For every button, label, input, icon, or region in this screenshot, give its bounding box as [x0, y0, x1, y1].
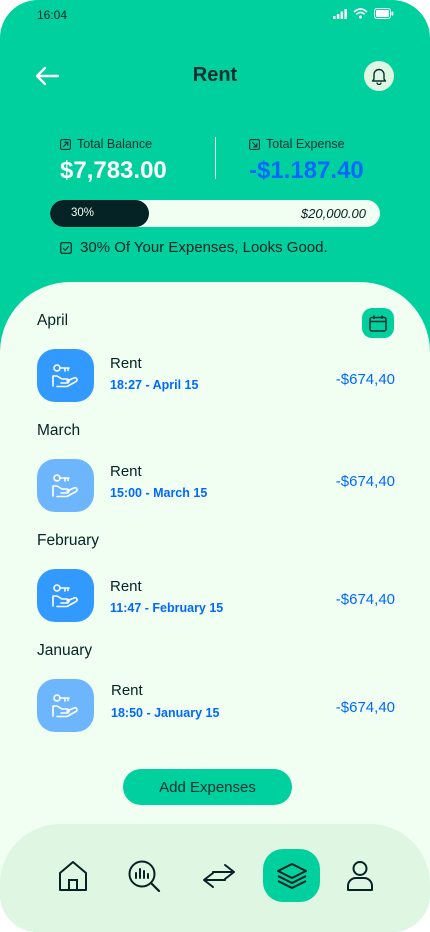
transaction-amount: -$674,40 [335, 591, 395, 608]
calendar-icon [369, 315, 387, 332]
expense-note: 30% Of Your Expenses, Looks Good. [60, 239, 328, 256]
income-arrow-icon [60, 138, 71, 150]
wifi-icon [353, 8, 368, 19]
calendar-button[interactable] [362, 308, 394, 338]
total-expense-label: Total Expense [266, 137, 345, 151]
notifications-button[interactable] [364, 61, 394, 91]
rent-category-icon [37, 679, 94, 732]
month-label-april: April [37, 312, 69, 329]
transaction-amount: -$674,40 [335, 699, 395, 716]
categories-icon [276, 862, 307, 889]
total-balance-value: $7,783.00 [60, 157, 167, 184]
analysis-icon [128, 860, 160, 892]
transaction-row[interactable]: Rent 18:27 - April 15 -$674,40 [37, 349, 397, 403]
transaction-row[interactable]: Rent 11:47 - February 15 -$674,40 [37, 569, 397, 623]
key-hand-icon [51, 473, 78, 497]
phone-screen: 16:04 Rent Total Balance $7,783.00 Total… [0, 0, 430, 932]
bottom-nav [0, 824, 430, 932]
rent-category-icon [37, 459, 94, 512]
rent-category-icon [37, 569, 94, 622]
expense-arrow-icon [249, 138, 260, 150]
profile-icon [346, 860, 373, 891]
transaction-title: Rent [110, 463, 142, 480]
bell-icon [371, 68, 387, 85]
progress-goal: $20,000.00 [300, 206, 366, 221]
transactions-icon [202, 863, 235, 888]
progress-percent: 30% [71, 207, 95, 219]
battery-icon [374, 8, 394, 19]
progress-fill [50, 200, 149, 227]
month-label-january: January [37, 642, 93, 659]
total-expense: Total Expense -$1.187.40 [249, 137, 364, 185]
key-hand-icon [51, 693, 78, 717]
transaction-title: Rent [110, 578, 142, 595]
transaction-time: 15:00 - March 15 [110, 486, 208, 500]
key-hand-icon [51, 583, 78, 607]
total-expense-value: -$1.187.40 [249, 157, 364, 184]
total-balance: Total Balance $7,783.00 [60, 137, 167, 185]
transaction-title: Rent [110, 355, 142, 372]
transaction-amount: -$674,40 [335, 371, 395, 388]
add-expenses-button[interactable]: Add Expenses [123, 769, 292, 805]
home-icon [58, 860, 87, 891]
transaction-row[interactable]: Rent 15:00 - March 15 -$674,40 [37, 459, 397, 513]
transaction-time: 18:27 - April 15 [110, 378, 199, 392]
transaction-time: 11:47 - February 15 [110, 601, 224, 615]
transaction-amount: -$674,40 [335, 473, 395, 490]
status-bar: 16:04 [0, 0, 430, 30]
expense-note-text: 30% Of Your Expenses, Looks Good. [80, 239, 328, 256]
signal-icon [333, 8, 347, 19]
key-hand-icon [51, 363, 78, 387]
status-icons [333, 8, 394, 19]
transaction-time: 18:50 - January 15 [111, 706, 220, 720]
balance-divider [215, 137, 216, 179]
nav-categories[interactable] [263, 849, 320, 902]
transaction-title: Rent [111, 682, 143, 699]
header: Rent [0, 55, 430, 99]
nav-transactions[interactable] [190, 849, 247, 902]
expense-progress-bar: 30% $20,000.00 [50, 200, 380, 227]
total-balance-label: Total Balance [77, 137, 153, 151]
checkbox-icon [60, 241, 72, 254]
month-label-february: February [37, 532, 100, 549]
nav-analysis[interactable] [115, 849, 172, 902]
rent-category-icon [37, 349, 94, 402]
month-label-march: March [37, 422, 81, 439]
transaction-row[interactable]: Rent 18:50 - January 15 -$674,40 [37, 679, 397, 733]
nav-profile[interactable] [331, 849, 388, 902]
nav-home[interactable] [44, 849, 101, 902]
status-time: 16:04 [37, 8, 68, 22]
